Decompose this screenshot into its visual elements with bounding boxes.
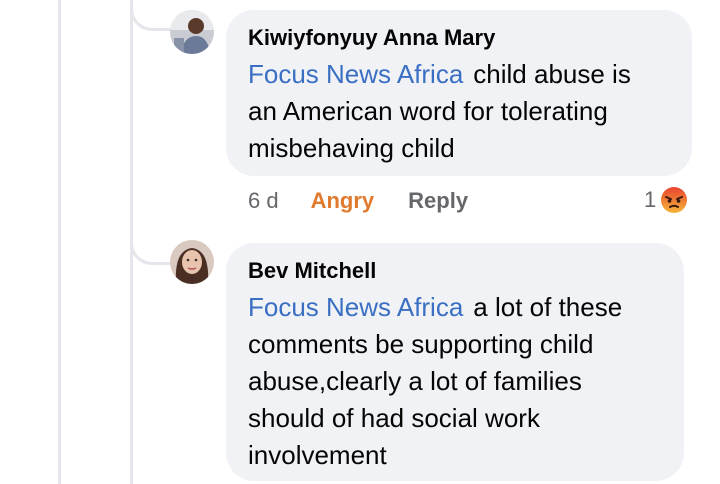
comment-line: child abuse is — [473, 59, 631, 89]
comment-text: Focus News Africa a lot of these comments… — [248, 289, 662, 474]
comment-line: an American word for tolerating — [248, 96, 608, 126]
thread-connector — [130, 0, 173, 31]
comment-actions: 6 d Angry Reply — [248, 186, 468, 216]
reaction-summary[interactable]: 1 — [644, 184, 690, 216]
thread-line-outer — [58, 0, 61, 484]
avatar[interactable] — [170, 240, 214, 284]
comment-text: Focus News Africa child abuse is an Ameri… — [248, 56, 670, 167]
comment-line: misbehaving child — [248, 133, 455, 163]
comment-line: comments be supporting child — [248, 329, 594, 359]
comment-line: involvement — [248, 440, 387, 470]
comment-line: should of had social work — [248, 403, 540, 433]
reaction-count: 1 — [644, 187, 657, 212]
comment-line: a lot of these — [473, 292, 623, 322]
avatar[interactable] — [170, 10, 214, 54]
comment-bubble: Bev Mitchell Focus News Africa a lot of t… — [226, 243, 684, 481]
comment-line: abuse,clearly a lot of families — [248, 366, 582, 396]
thread-connector — [130, 226, 173, 265]
reaction-button[interactable]: Angry — [311, 188, 375, 214]
comment-timestamp[interactable]: 6 d — [248, 188, 279, 214]
angry-emoji-icon — [658, 184, 690, 216]
comment-bubble: Kiwiyfonyuy Anna Mary Focus News Africa c… — [226, 10, 692, 176]
mention-link[interactable]: Focus News Africa — [248, 59, 463, 89]
reply-button[interactable]: Reply — [408, 188, 468, 214]
comment-author[interactable]: Kiwiyfonyuy Anna Mary — [248, 24, 670, 52]
comment-author[interactable]: Bev Mitchell — [248, 257, 662, 285]
mention-link[interactable]: Focus News Africa — [248, 292, 463, 322]
